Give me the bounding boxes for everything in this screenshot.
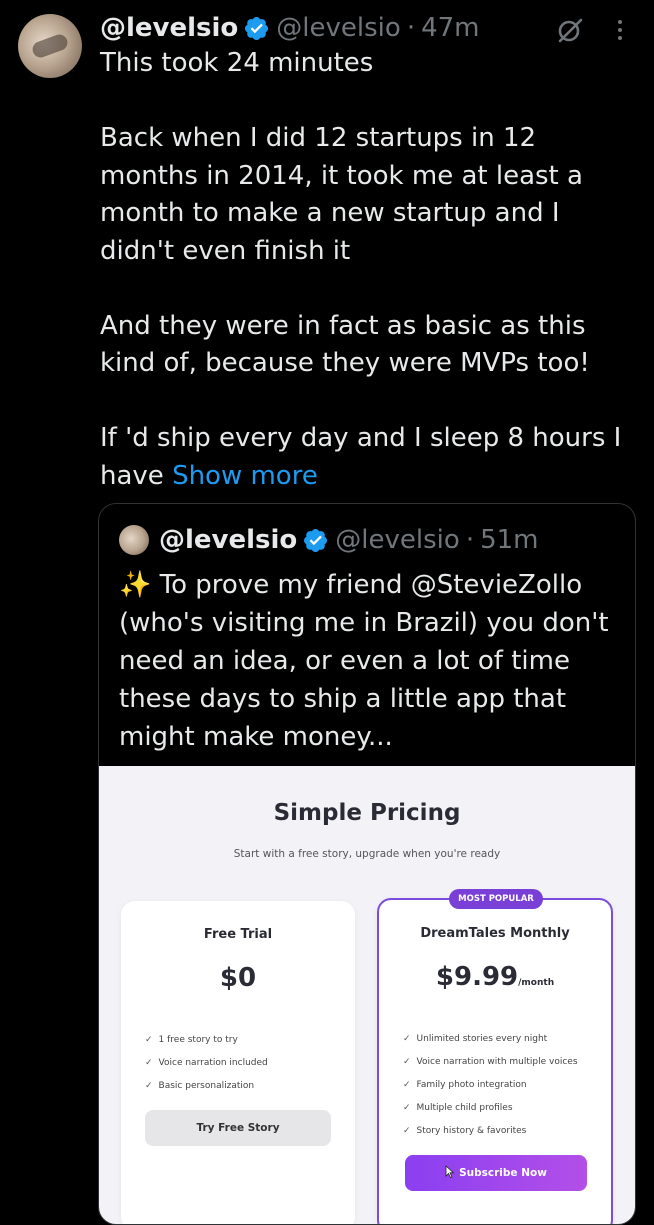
feature-item: ✓ Voice narration with multiple voices — [403, 1057, 578, 1067]
quote-author-name: @levelsio — [159, 525, 298, 555]
feature-item: ✓ Unlimited stories every night — [403, 1034, 548, 1044]
quoted-tweet[interactable]: @levelsio @levelsio · 51m ✨ To prove my … — [98, 503, 636, 1225]
tweet-timestamp[interactable]: 47m — [421, 10, 479, 46]
try-free-story-button: Try Free Story — [145, 1110, 331, 1146]
tweet-line: And they were in fact as basic as this k… — [100, 310, 590, 379]
tweet-line: Back when I did 12 startups in 12 months… — [100, 123, 583, 266]
quote-media-image[interactable]: Simple Pricing Start with a free story, … — [99, 766, 635, 1224]
plan-period: /month — [518, 978, 555, 988]
feature-item: ✓ Family photo integration — [403, 1080, 527, 1090]
feature-list: ✓ 1 free story to try ✓ Voice narration in… — [145, 1029, 268, 1098]
more-options-icon[interactable] — [608, 14, 632, 46]
check-icon: ✓ — [145, 1058, 153, 1068]
subscribe-now-button: Subscribe Now — [405, 1155, 587, 1191]
plan-price: $9.99/month — [435, 962, 555, 992]
feature-item: ✓ Multiple child profiles — [403, 1103, 513, 1113]
verified-badge-icon — [245, 16, 269, 40]
author-handle[interactable]: @levelsio — [276, 10, 401, 46]
most-popular-badge: MOST POPULAR — [449, 889, 543, 909]
pricing-subtitle: Start with a free story, upgrade when yo… — [233, 848, 501, 860]
separator-dot: · — [465, 525, 475, 555]
author-name[interactable]: @levelsio — [100, 10, 238, 46]
tweet-header: @levelsio @levelsio · 47m — [100, 10, 480, 46]
plan-name: DreamTales Monthly — [420, 926, 570, 941]
separator-dot: · — [406, 13, 416, 43]
quote-author-handle: @levelsio — [335, 525, 460, 555]
check-icon: ✓ — [403, 1034, 411, 1044]
quote-author-avatar — [119, 525, 149, 555]
check-icon: ✓ — [403, 1080, 411, 1090]
quote-header: @levelsio @levelsio · 51m — [119, 522, 539, 558]
pricing-title: Simple Pricing — [273, 800, 461, 826]
check-icon: ✓ — [403, 1126, 411, 1136]
plan-name: Free Trial — [203, 927, 273, 942]
plan-price: $0 — [219, 963, 257, 993]
feature-item: ✓ Basic personalization — [145, 1081, 255, 1091]
feature-item: ✓ Story history & favorites — [403, 1126, 527, 1136]
quote-text: ✨ To prove my friend @StevieZollo (who's… — [119, 570, 609, 752]
feature-item: ✓ Voice narration included — [145, 1058, 268, 1068]
monthly-plan-card: MOST POPULAR DreamTales Monthly $9.99/mo… — [377, 889, 613, 1224]
check-icon: ✓ — [145, 1035, 153, 1045]
check-icon: ✓ — [145, 1081, 153, 1091]
feature-item: ✓ 1 free story to try — [145, 1035, 238, 1045]
cursor-icon — [445, 1165, 455, 1178]
tweet-line-last: If 'd ship every day and I sleep 8 hours… — [100, 420, 640, 495]
free-plan-card: Free Trial $0 ✓ 1 free story to try ✓ Voic… — [121, 901, 355, 1224]
verified-badge-icon — [304, 528, 328, 552]
quote-timestamp: 51m — [480, 525, 539, 555]
grok-icon[interactable] — [554, 14, 586, 46]
tweet-line: This took 24 minutes — [100, 48, 374, 78]
check-icon: ✓ — [403, 1057, 411, 1067]
show-more-link[interactable]: Show more — [172, 461, 318, 491]
feature-list: ✓ Unlimited stories every night ✓ Voice na… — [403, 1028, 578, 1143]
check-icon: ✓ — [403, 1103, 411, 1113]
author-avatar[interactable] — [18, 14, 82, 78]
tweet-body: This took 24 minutes Back when I did 12 … — [100, 45, 640, 495]
